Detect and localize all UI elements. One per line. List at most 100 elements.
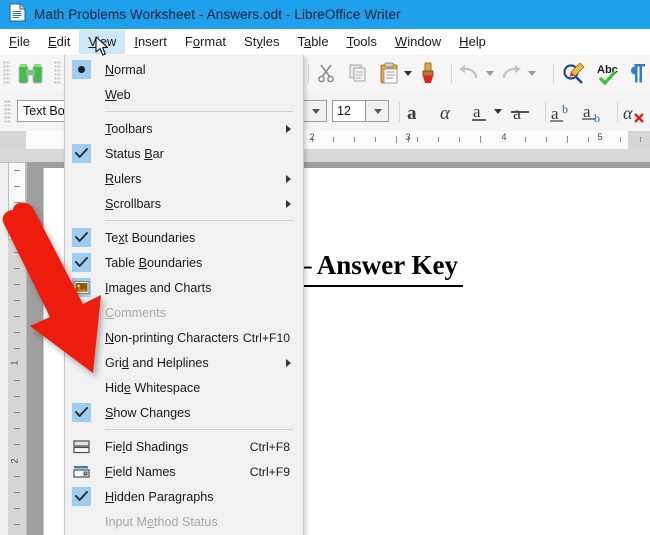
page-text-boundary xyxy=(43,168,44,535)
menu-help[interactable]: Help xyxy=(450,30,495,54)
view-dropdown-menu[interactable]: Normal Web Toolbars Status Bar Rulers Scrollb… xyxy=(64,55,304,535)
strikethrough-icon[interactable]: a xyxy=(510,101,532,128)
menu-item-label: Grid and Helplines xyxy=(105,355,209,370)
field-shadings-icon xyxy=(72,437,91,456)
menu-window[interactable]: Window xyxy=(386,30,450,54)
underline-icon[interactable]: a xyxy=(470,101,492,128)
menu-item-mark xyxy=(72,462,91,481)
menu-item-status-bar[interactable]: Status Bar xyxy=(65,141,303,166)
menu-styles[interactable]: Styles xyxy=(235,30,288,54)
window-title: Math Problems Worksheet - Answers.odt - … xyxy=(34,7,401,22)
menu-edit[interactable]: Edit xyxy=(39,30,79,54)
menu-item-mark xyxy=(72,228,91,247)
menu-item-label: Images and Charts xyxy=(105,280,212,295)
menu-item-grid-and-helplines[interactable]: Grid and Helplines xyxy=(65,350,303,375)
clone-formatting-icon[interactable] xyxy=(418,62,438,89)
check-indicator xyxy=(72,228,91,247)
font-name-dropdown[interactable] xyxy=(303,100,327,122)
superscript-icon[interactable]: a b xyxy=(550,101,576,128)
menu-format[interactable]: Format xyxy=(176,30,235,54)
svg-text:a: a xyxy=(583,102,591,121)
paste-icon[interactable] xyxy=(380,62,400,89)
toolbar-grip[interactable] xyxy=(3,61,10,85)
underline-dropdown-arrow[interactable] xyxy=(494,109,502,114)
menu-separator xyxy=(105,429,293,430)
paste-dropdown-arrow[interactable] xyxy=(404,71,412,76)
menu-item-non-printing-characters[interactable]: Non-printing Characters Ctrl+F10 xyxy=(65,325,303,350)
check-indicator xyxy=(72,144,91,163)
formatting-toolbar-grip[interactable] xyxy=(4,100,11,124)
menu-item-mark xyxy=(72,487,91,506)
heading-underline xyxy=(296,285,463,287)
formatting-marks-icon[interactable] xyxy=(630,62,648,90)
menu-separator xyxy=(105,220,293,221)
menu-item-mark xyxy=(72,328,91,347)
undo-dropdown-arrow[interactable] xyxy=(486,71,494,76)
menu-item-input-method-status: Input Method Status xyxy=(65,509,303,534)
menu-item-hidden-paragraphs[interactable]: Hidden Paragraphs xyxy=(65,484,303,509)
menu-file[interactable]: File xyxy=(0,30,39,54)
menu-item-field-shadings[interactable]: Field Shadings Ctrl+F8 xyxy=(65,434,303,459)
subscript-icon[interactable]: a b xyxy=(582,101,608,128)
font-size-dropdown[interactable] xyxy=(365,100,389,122)
menu-item-label: Web xyxy=(105,87,131,102)
redo-icon[interactable] xyxy=(500,65,522,86)
toolbar-grip-2[interactable] xyxy=(54,61,61,85)
menu-item-web[interactable]: Web xyxy=(65,82,303,107)
menu-item-show-changes[interactable]: Show Changes xyxy=(65,400,303,425)
submenu-arrow-icon xyxy=(286,174,291,183)
menu-item-label: Scrollbars xyxy=(105,196,161,211)
spelling-icon[interactable]: Abc xyxy=(596,62,622,90)
redo-dropdown-arrow[interactable] xyxy=(528,71,536,76)
menu-item-label: Field Names xyxy=(105,464,176,479)
menu-item-label: Status Bar xyxy=(105,146,164,161)
submenu-arrow-icon xyxy=(286,358,291,367)
italic-icon[interactable]: α xyxy=(438,101,460,128)
menu-item-field-names[interactable]: Field Names Ctrl+F9 xyxy=(65,459,303,484)
menu-tools[interactable]: Tools xyxy=(338,30,386,54)
menu-item-mark xyxy=(72,60,91,79)
svg-text:a: a xyxy=(513,103,521,123)
copy-icon[interactable] xyxy=(348,63,368,88)
find-replace-icon[interactable] xyxy=(562,62,586,90)
menu-item-label: Text Boundaries xyxy=(105,230,196,245)
writer-document-icon xyxy=(9,2,26,27)
menu-item-normal[interactable]: Normal xyxy=(65,57,303,82)
libreoffice-writer-window: Math Problems Worksheet - Answers.odt - … xyxy=(0,0,650,535)
menu-insert[interactable]: Insert xyxy=(125,30,176,54)
menu-item-label: Normal xyxy=(105,62,146,77)
check-indicator xyxy=(72,487,91,506)
bold-icon[interactable]: a xyxy=(404,101,426,128)
undo-icon[interactable] xyxy=(458,65,480,86)
menu-item-table-boundaries[interactable]: Table Boundaries xyxy=(65,250,303,275)
menu-item-label: Input Method Status xyxy=(105,514,218,529)
document-heading[interactable]: – Answer Key xyxy=(298,250,458,281)
svg-text:b: b xyxy=(562,102,568,116)
title-bar: Math Problems Worksheet - Answers.odt - … xyxy=(0,0,650,29)
menu-bar: File Edit View Insert Format Styles Tabl… xyxy=(0,29,650,55)
menu-item-toolbars[interactable]: Toolbars xyxy=(65,116,303,141)
clear-formatting-icon[interactable]: α xyxy=(622,101,648,128)
menu-view[interactable]: View xyxy=(79,30,126,54)
vertical-ruler[interactable]: 1 2 xyxy=(8,162,27,535)
menu-item-images-and-charts[interactable]: Images and Charts xyxy=(65,275,303,300)
menu-table[interactable]: Table xyxy=(288,30,337,54)
fmt-divider-3 xyxy=(617,102,618,122)
menu-item-hide-whitespace[interactable]: Hide Whitespace xyxy=(65,375,303,400)
check-indicator xyxy=(72,253,91,272)
menu-item-label: Toolbars xyxy=(105,121,153,136)
menu-item-comments: Comments xyxy=(65,300,303,325)
cut-icon[interactable] xyxy=(316,63,336,88)
binoculars-icon[interactable] xyxy=(16,62,46,91)
menu-item-text-boundaries[interactable]: Text Boundaries xyxy=(65,225,303,250)
menu-item-label: Rulers xyxy=(105,171,142,186)
menu-item-label: Field Shadings xyxy=(105,439,189,454)
menu-item-scrollbars[interactable]: Scrollbars xyxy=(65,191,303,216)
submenu-arrow-icon xyxy=(286,124,291,133)
check-indicator xyxy=(72,403,91,422)
menu-item-rulers[interactable]: Rulers xyxy=(65,166,303,191)
menu-item-label: Hidden Paragraphs xyxy=(105,489,214,504)
menu-item-mark xyxy=(72,253,91,272)
menu-item-label: Table Boundaries xyxy=(105,255,203,270)
font-size-input[interactable]: 12 xyxy=(332,100,366,122)
